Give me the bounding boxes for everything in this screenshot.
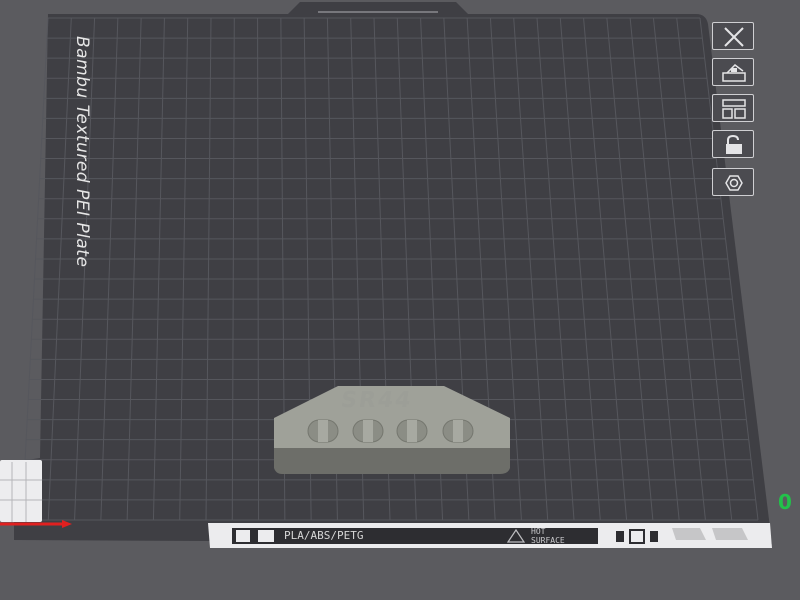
hot-surface-line2: SURFACE: [531, 536, 565, 545]
hot-surface-line1: HOT: [531, 527, 546, 536]
gear-icon: [725, 175, 743, 191]
part-embossed-label: SR44: [339, 388, 415, 413]
strip-icon-box-1: [236, 530, 250, 542]
plate-name-label: Bambu Textured PEI Plate: [72, 36, 92, 268]
lock-button[interactable]: [712, 130, 754, 158]
arrange-button[interactable]: [712, 94, 754, 122]
plate-settings-button[interactable]: [712, 168, 754, 196]
lock-icon: [726, 134, 742, 154]
auto-orient-button[interactable]: [712, 58, 754, 86]
orient-icon: [722, 64, 746, 82]
close-plate-button[interactable]: [712, 22, 754, 50]
strip-right-tab-2: [712, 528, 748, 540]
build-plate-scene[interactable]: [0, 0, 800, 600]
y-axis-zero-label: 0: [778, 490, 792, 514]
strip-icon-box-2: [258, 530, 274, 542]
close-icon: [724, 27, 744, 47]
corner-patch: [0, 460, 42, 522]
material-text: PLA/ABS/PETG: [284, 529, 364, 542]
part-side: [274, 448, 510, 474]
arrange-icon: [722, 99, 746, 119]
